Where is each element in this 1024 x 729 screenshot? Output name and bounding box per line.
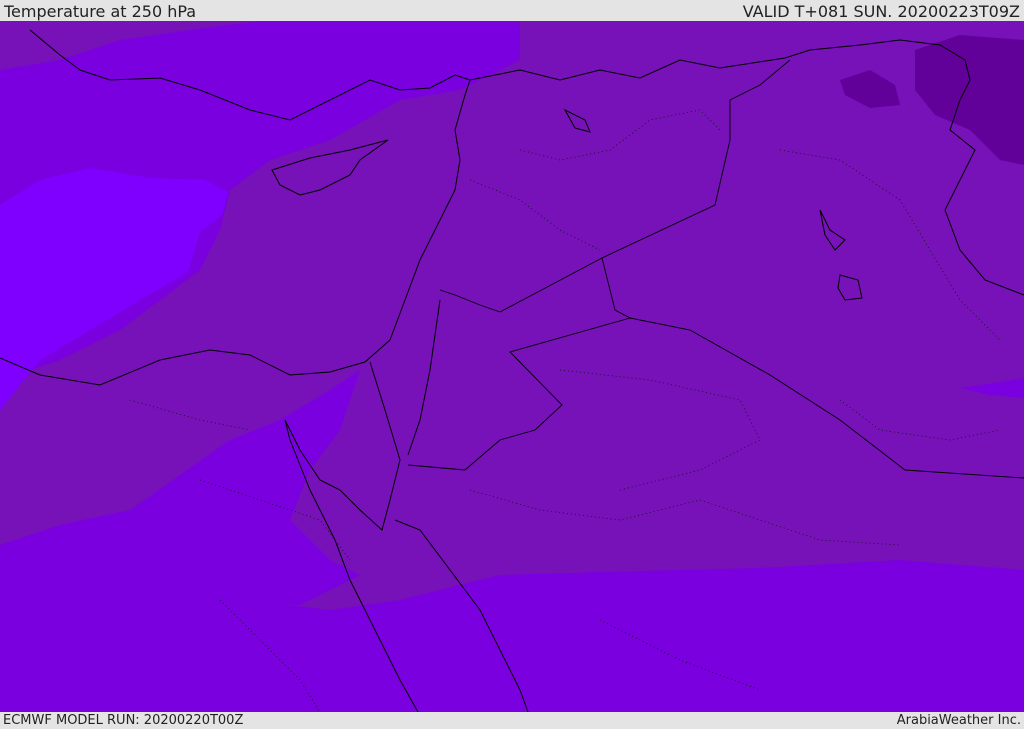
credit-label: ArabiaWeather Inc.: [896, 713, 1021, 728]
header-bar: Temperature at 250 hPa VALID T+081 SUN. …: [0, 0, 1024, 21]
model-run-label: ECMWF MODEL RUN: 20200220T00Z: [3, 713, 244, 728]
temperature-map[interactable]: [0, 21, 1024, 713]
valid-time: VALID T+081 SUN. 20200223T09Z: [742, 2, 1020, 21]
map-title: Temperature at 250 hPa: [4, 2, 197, 21]
footer-bar: ECMWF MODEL RUN: 20200220T00Z ArabiaWeat…: [0, 712, 1024, 729]
